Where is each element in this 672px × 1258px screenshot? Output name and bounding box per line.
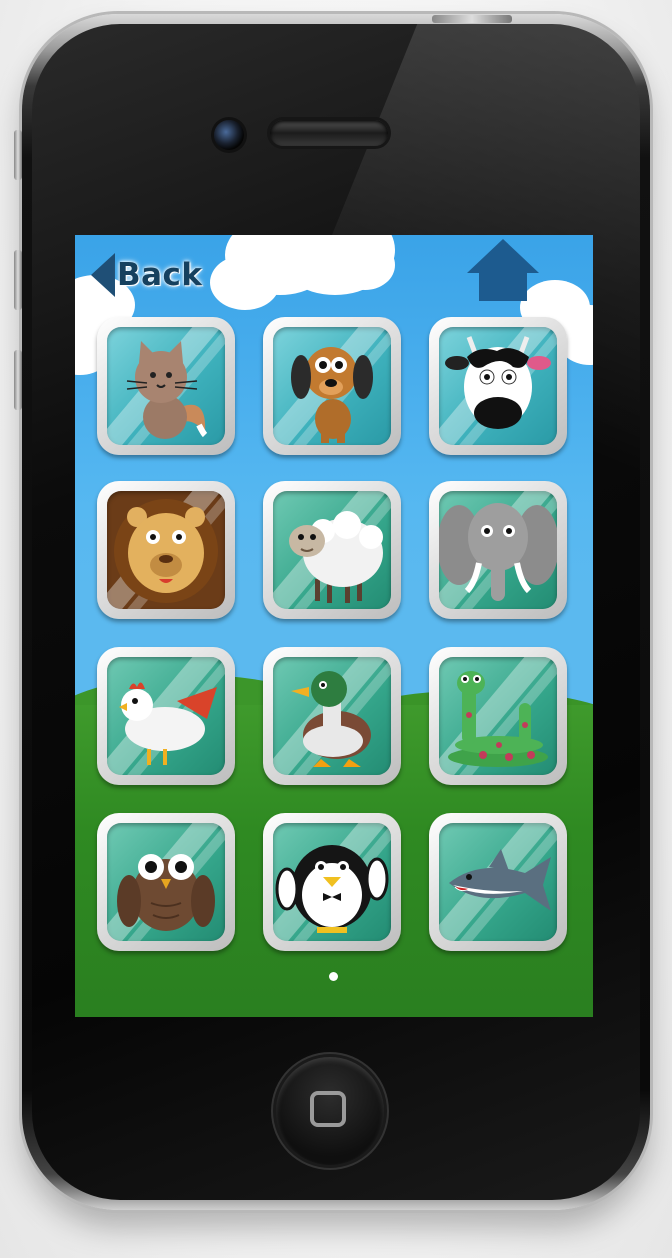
chevron-left-icon [91, 253, 115, 297]
snake-icon [448, 671, 548, 767]
volume-up-button [14, 250, 22, 310]
back-label: Back [117, 257, 203, 293]
animal-tile-sheep[interactable] [263, 481, 401, 619]
animal-tile-shark[interactable] [429, 813, 567, 951]
animal-tile-lion[interactable] [97, 481, 235, 619]
duck-icon [291, 671, 371, 767]
animal-tile-elephant[interactable] [429, 481, 567, 619]
chicken-icon [119, 682, 217, 765]
home-button[interactable] [467, 239, 539, 305]
animal-tile-chicken[interactable] [97, 647, 235, 785]
sheep-icon [289, 511, 383, 603]
animal-tile-snake[interactable] [429, 647, 567, 785]
back-button[interactable]: Back [91, 251, 203, 299]
hardware-home-button[interactable] [276, 1057, 384, 1165]
app-screen: Back [75, 235, 593, 1017]
cow-icon [445, 336, 551, 429]
home-square-icon [310, 1091, 346, 1127]
mute-switch [14, 130, 22, 180]
dog-icon [291, 347, 373, 443]
home-icon-base [479, 271, 527, 301]
earpiece-speaker [270, 120, 388, 146]
owl-icon [117, 854, 215, 931]
animal-tile-dog[interactable] [263, 317, 401, 455]
animal-tile-cat[interactable] [97, 317, 235, 455]
animal-tile-penguin[interactable] [263, 813, 401, 951]
volume-down-button [14, 350, 22, 410]
penguin-icon [275, 845, 389, 933]
animal-grid [97, 317, 573, 957]
home-icon [467, 239, 539, 273]
power-button [432, 15, 512, 23]
animal-tile-cow[interactable] [429, 317, 567, 455]
elephant-icon [439, 503, 557, 601]
shark-icon [449, 849, 551, 911]
animal-tile-owl[interactable] [97, 813, 235, 951]
front-camera [214, 120, 244, 150]
top-bar: Back [75, 235, 593, 315]
animal-tile-duck[interactable] [263, 647, 401, 785]
cat-icon [126, 341, 208, 439]
lion-icon [114, 499, 218, 603]
page-indicator-dot [329, 972, 338, 981]
